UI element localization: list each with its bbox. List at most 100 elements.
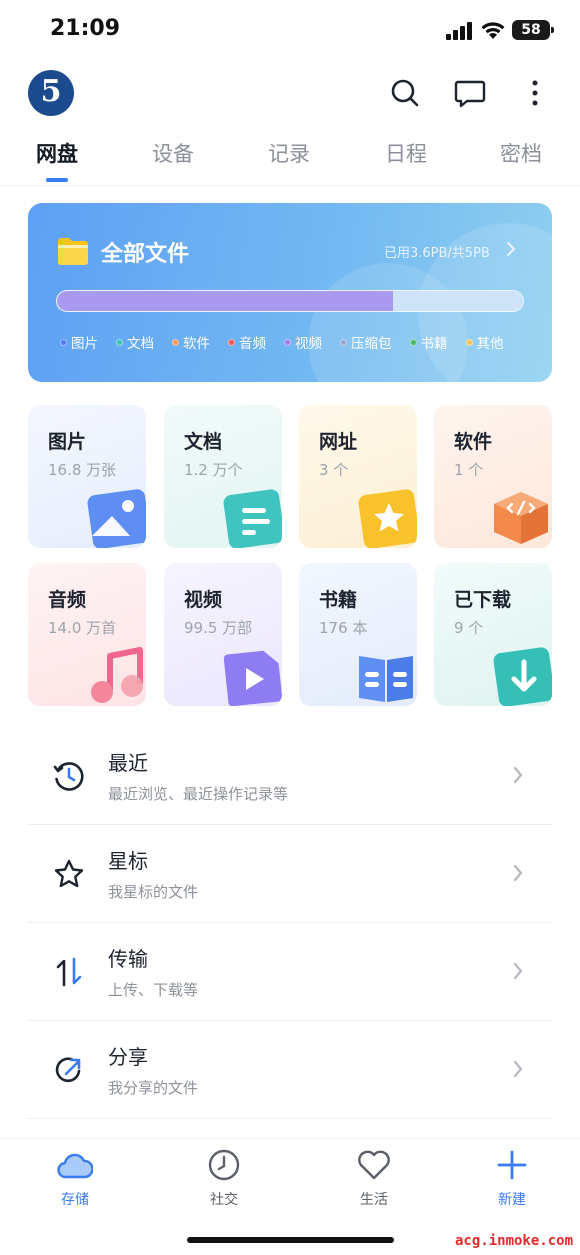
- legend-dot: [340, 338, 347, 346]
- legend-item: 视频: [284, 332, 322, 352]
- clock-history-icon: [53, 762, 84, 791]
- status-bar: 21:09 58: [0, 0, 580, 62]
- star-icon: [54, 859, 84, 888]
- legend-label: 压缩包: [351, 336, 392, 352]
- nav-life[interactable]: 生活: [329, 1149, 419, 1209]
- legend-item: 压缩包: [340, 332, 392, 352]
- category-count: 176 本: [319, 619, 368, 637]
- category-books[interactable]: 书籍 176 本: [299, 563, 417, 706]
- legend-dot: [116, 338, 123, 346]
- tab-indicator: [46, 178, 68, 182]
- legend-dot: [409, 338, 417, 346]
- storage-usage-text: 已用3.6PB/共5PB: [384, 246, 490, 261]
- category-documents[interactable]: 文档 1.2 万个: [164, 405, 282, 548]
- watermark: acg.inmoke.com: [455, 1233, 574, 1249]
- legend-item: 图片: [60, 332, 98, 352]
- category-name: 音频: [48, 589, 87, 611]
- list-item-title: 星标: [108, 849, 148, 873]
- document-icon: [223, 489, 282, 548]
- status-time: 21:09: [50, 16, 121, 41]
- storage-card[interactable]: 全部文件 已用3.6PB/共5PB 图片 文档 软件 音频 视频 压缩包 书籍 其他: [28, 203, 552, 382]
- storage-progress-fill: [57, 291, 393, 311]
- share-icon: [55, 1057, 81, 1083]
- nav-label: 存储: [61, 1192, 89, 1208]
- category-name: 已下载: [454, 589, 512, 611]
- list-item-title: 最近: [108, 751, 148, 775]
- legend-item: 其他: [465, 332, 504, 352]
- nav-storage[interactable]: 存储: [30, 1149, 120, 1209]
- image-icon: [87, 489, 146, 548]
- list-item-subtitle: 我星标的文件: [108, 883, 199, 901]
- legend-label: 文档: [127, 336, 154, 352]
- tab-devices[interactable]: 设备: [152, 138, 194, 168]
- cellular-signal-icon: [446, 22, 472, 40]
- category-name: 网址: [319, 431, 358, 453]
- chevron-right-icon: [513, 1060, 523, 1078]
- legend-label: 视频: [295, 336, 322, 352]
- list-item-subtitle: 最近浏览、最近操作记录等: [108, 785, 289, 803]
- nav-new[interactable]: 新建: [467, 1149, 557, 1209]
- storage-title: 全部文件: [101, 242, 190, 267]
- app-logo[interactable]: 5: [28, 70, 74, 116]
- list-item-transfer[interactable]: 传输 上传、下载等: [28, 923, 552, 1021]
- video-play-icon: [223, 650, 282, 706]
- category-audio[interactable]: 音频 14.0 万首: [28, 563, 146, 706]
- tab-cloud[interactable]: 网盘: [36, 138, 78, 168]
- category-name: 书籍: [319, 589, 358, 611]
- logo-text: 5: [40, 74, 62, 109]
- storage-progress-bar: [56, 290, 524, 312]
- music-note-icon: [91, 647, 143, 703]
- list-item-recent[interactable]: 最近 最近浏览、最近操作记录等: [28, 727, 552, 825]
- nav-label: 新建: [498, 1192, 526, 1208]
- chevron-right-icon: [513, 962, 523, 980]
- category-count: 1.2 万个: [184, 461, 243, 479]
- tab-records[interactable]: 记录: [268, 138, 310, 168]
- plus-icon: [497, 1150, 527, 1180]
- transfer-arrows-icon: [56, 957, 82, 987]
- nav-social[interactable]: 社交: [179, 1149, 269, 1209]
- chevron-right-icon: [513, 864, 523, 882]
- legend-label: 音频: [239, 336, 266, 352]
- legend-item: 文档: [116, 332, 154, 352]
- category-count: 99.5 万部: [184, 619, 253, 637]
- software-box-icon: [494, 492, 548, 544]
- list-item-share[interactable]: 分享 我分享的文件: [28, 1021, 552, 1119]
- heart-icon: [358, 1150, 390, 1180]
- list-item-subtitle: 我分享的文件: [108, 1079, 199, 1097]
- book-icon: [359, 656, 413, 702]
- list-item-starred[interactable]: 星标 我星标的文件: [28, 825, 552, 923]
- star-bookmark-icon: [358, 489, 417, 548]
- folder-icon: [58, 238, 88, 265]
- category-count: 16.8 万张: [48, 461, 117, 479]
- tab-vault[interactable]: 密档: [500, 138, 542, 168]
- more-icon[interactable]: [518, 76, 552, 110]
- list-item-title: 分享: [108, 1045, 148, 1069]
- home-indicator: [187, 1237, 394, 1243]
- category-name: 软件: [454, 431, 493, 453]
- chevron-right-icon: [507, 242, 516, 256]
- search-icon[interactable]: [388, 76, 422, 110]
- category-video[interactable]: 视频 99.5 万部: [164, 563, 282, 706]
- cloud-icon: [57, 1153, 94, 1179]
- legend-dot: [284, 338, 291, 346]
- legend-label: 书籍: [420, 336, 448, 352]
- category-count: 14.0 万首: [48, 619, 117, 637]
- category-links[interactable]: 网址 3 个: [299, 405, 417, 548]
- category-photos[interactable]: 图片 16.8 万张: [28, 405, 146, 548]
- legend-label: 软件: [183, 336, 210, 352]
- tab-schedule[interactable]: 日程: [385, 138, 427, 168]
- download-icon: [493, 647, 552, 706]
- category-downloaded[interactable]: 已下载 9 个: [434, 563, 552, 706]
- wifi-icon: [481, 22, 505, 39]
- legend-label: 其他: [476, 336, 504, 352]
- category-software[interactable]: 软件 1 个: [434, 405, 552, 548]
- battery-indicator: 58: [512, 20, 554, 40]
- message-icon[interactable]: [453, 76, 487, 110]
- category-name: 图片: [48, 431, 87, 453]
- legend-label: 图片: [71, 336, 98, 352]
- list-item-title: 传输: [108, 947, 148, 971]
- legend-dot: [228, 338, 235, 346]
- list-item-subtitle: 上传、下载等: [108, 981, 199, 999]
- legend-item: 书籍: [409, 332, 448, 352]
- category-name: 视频: [184, 589, 223, 611]
